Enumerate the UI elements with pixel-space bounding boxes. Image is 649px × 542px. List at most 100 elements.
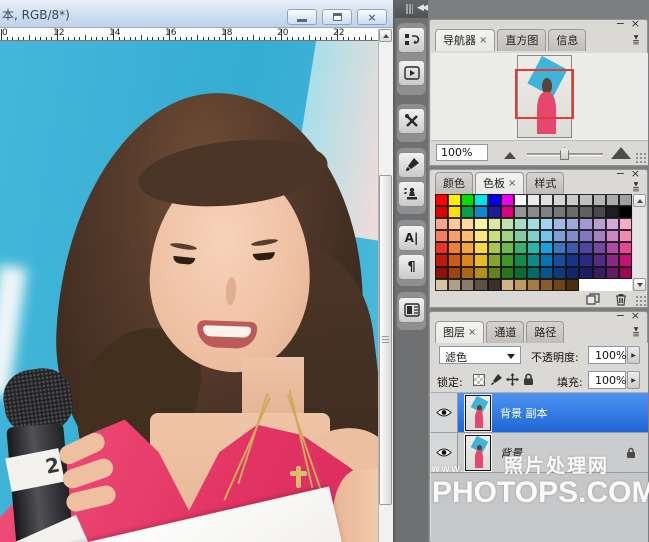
color-swatch[interactable] xyxy=(461,254,475,267)
zoom-slider-track[interactable] xyxy=(527,147,603,160)
color-swatch[interactable] xyxy=(513,242,527,255)
panel-minimize-icon[interactable]: − xyxy=(616,310,625,321)
color-swatch[interactable] xyxy=(540,278,554,291)
color-swatch[interactable] xyxy=(566,230,580,243)
color-swatch[interactable] xyxy=(461,278,475,291)
color-swatch[interactable] xyxy=(592,254,606,267)
panel-close-icon[interactable]: × xyxy=(631,310,640,321)
panel-minimize-icon[interactable]: − xyxy=(616,168,625,179)
layer-row[interactable]: 背景 xyxy=(431,433,648,473)
color-swatch[interactable] xyxy=(435,278,449,291)
image-canvas[interactable]: 2 xyxy=(0,41,378,542)
color-swatch[interactable] xyxy=(605,254,619,267)
panel-menu-icon[interactable]: ▼ ≡ xyxy=(629,327,643,341)
document-titlebar[interactable]: 本, RGB/8*) × xyxy=(0,0,393,28)
panel-resize-grip[interactable] xyxy=(635,152,646,163)
lock-pixels-button[interactable] xyxy=(489,372,504,387)
color-swatch[interactable] xyxy=(500,254,514,267)
color-swatch[interactable] xyxy=(448,194,462,207)
color-swatch[interactable] xyxy=(605,242,619,255)
color-swatch[interactable] xyxy=(605,266,619,279)
scroll-up-button[interactable] xyxy=(633,194,646,207)
color-swatch[interactable] xyxy=(526,230,541,243)
color-swatch[interactable] xyxy=(579,206,593,219)
navigator-view-box[interactable] xyxy=(515,69,574,119)
color-swatch[interactable] xyxy=(487,254,501,267)
panel-tab[interactable]: 导航器 × xyxy=(435,29,496,51)
new-swatch-button[interactable] xyxy=(584,292,601,306)
color-swatch[interactable] xyxy=(618,218,632,231)
color-swatch[interactable] xyxy=(526,254,541,267)
color-swatch[interactable] xyxy=(435,230,449,243)
color-swatch[interactable] xyxy=(474,254,488,267)
color-swatch[interactable] xyxy=(461,242,475,255)
color-swatch[interactable] xyxy=(579,230,593,243)
vertical-scrollbar[interactable] xyxy=(378,29,392,542)
color-swatch[interactable] xyxy=(474,218,488,231)
panel-tab[interactable]: 颜色 xyxy=(435,172,473,194)
zoom-out-icon[interactable] xyxy=(504,152,516,159)
color-swatch[interactable] xyxy=(618,194,632,207)
color-swatch[interactable] xyxy=(579,218,593,231)
delete-swatch-button[interactable] xyxy=(612,292,629,306)
color-swatch[interactable] xyxy=(435,206,449,219)
color-swatch[interactable] xyxy=(435,266,449,279)
color-swatch[interactable] xyxy=(513,194,527,207)
color-swatch[interactable] xyxy=(566,266,580,279)
fill-field[interactable]: 100% xyxy=(588,371,626,389)
color-swatch[interactable] xyxy=(513,278,527,291)
color-swatch[interactable] xyxy=(500,230,514,243)
color-swatch[interactable] xyxy=(553,266,567,279)
layer-comps-panel-button[interactable] xyxy=(398,297,425,323)
zoom-in-icon[interactable] xyxy=(611,147,631,159)
color-swatch[interactable] xyxy=(500,206,514,219)
swatches-scrollbar[interactable] xyxy=(633,194,646,291)
color-swatch[interactable] xyxy=(487,230,501,243)
tab-close-icon[interactable]: × xyxy=(468,327,476,338)
color-swatch[interactable] xyxy=(435,194,449,207)
color-swatch[interactable] xyxy=(566,206,580,219)
color-swatch[interactable] xyxy=(605,218,619,231)
color-swatch[interactable] xyxy=(540,194,554,207)
color-swatch[interactable] xyxy=(605,206,619,219)
color-swatch[interactable] xyxy=(540,230,554,243)
brushes-panel-button[interactable] xyxy=(398,152,425,178)
color-swatch[interactable] xyxy=(579,194,593,207)
color-swatch[interactable] xyxy=(592,218,606,231)
panel-tab[interactable]: 图层 × xyxy=(435,321,485,343)
color-swatch[interactable] xyxy=(513,230,527,243)
color-swatch[interactable] xyxy=(474,206,488,219)
tool-presets-panel-button[interactable] xyxy=(398,108,425,134)
color-swatch[interactable] xyxy=(566,194,580,207)
layer-thumbnail[interactable] xyxy=(465,394,491,431)
color-swatch[interactable] xyxy=(605,194,619,207)
color-swatch[interactable] xyxy=(448,278,462,291)
color-swatch[interactable] xyxy=(500,242,514,255)
panel-tab[interactable]: 信息 xyxy=(548,29,587,51)
panel-menu-icon[interactable]: ▼ ≡ xyxy=(629,35,643,49)
history-panel-button[interactable] xyxy=(398,27,425,53)
color-swatch[interactable] xyxy=(540,206,554,219)
visibility-toggle[interactable] xyxy=(431,433,458,472)
color-swatch[interactable] xyxy=(618,206,632,219)
close-button[interactable]: × xyxy=(357,9,387,25)
color-swatch[interactable] xyxy=(592,242,606,255)
color-swatch[interactable] xyxy=(553,230,567,243)
blend-mode-select[interactable]: 滤色 xyxy=(439,346,521,364)
color-swatch[interactable] xyxy=(553,278,567,291)
color-swatch[interactable] xyxy=(526,218,541,231)
color-swatch[interactable] xyxy=(553,194,567,207)
color-swatch[interactable] xyxy=(566,254,580,267)
color-swatch[interactable] xyxy=(592,230,606,243)
panel-minimize-icon[interactable]: − xyxy=(616,18,625,29)
color-swatch[interactable] xyxy=(448,266,462,279)
opacity-slider-button[interactable]: ▶ xyxy=(627,346,640,364)
panel-close-icon[interactable]: × xyxy=(631,168,640,179)
color-swatch[interactable] xyxy=(566,242,580,255)
color-swatch[interactable] xyxy=(592,194,606,207)
color-swatch[interactable] xyxy=(435,242,449,255)
panel-tab[interactable]: 色板 × xyxy=(475,172,525,194)
color-swatch[interactable] xyxy=(448,206,462,219)
panel-tab[interactable]: 直方图 xyxy=(497,29,547,51)
navigator-thumbnail[interactable] xyxy=(515,55,574,138)
